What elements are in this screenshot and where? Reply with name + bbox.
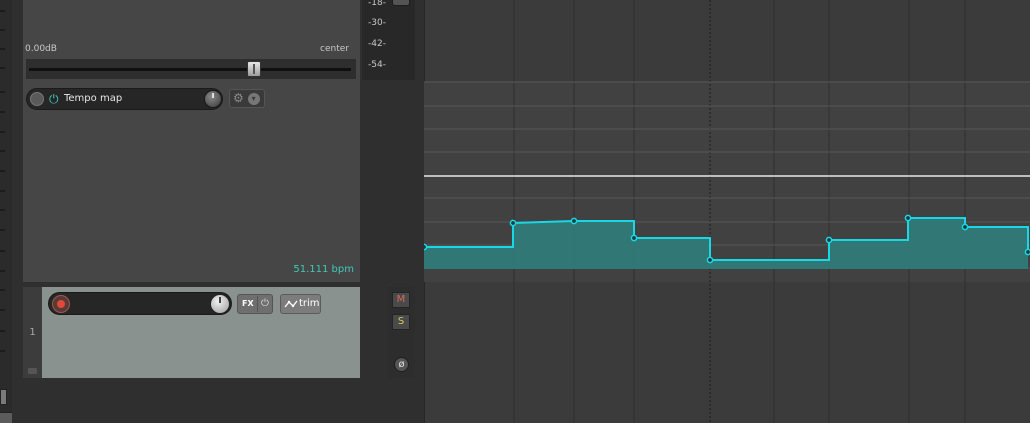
envelope-point[interactable]	[904, 214, 912, 222]
chevron-down-icon: ▾	[247, 93, 260, 105]
envelope-point[interactable]	[424, 243, 428, 251]
strip-tick	[0, 270, 5, 272]
track-1-panel[interactable]: 1 FX ⏻ trim	[23, 287, 360, 378]
mute-button[interactable]: M	[392, 292, 410, 308]
level-meter: -18- -30- -42- -54-	[362, 0, 415, 80]
trim-envelope-button[interactable]: trim	[280, 294, 321, 314]
power-icon[interactable]: ⏻	[49, 91, 59, 107]
strip-tick	[0, 67, 5, 69]
strip-tick	[0, 111, 5, 113]
track-volume-knob[interactable]	[210, 294, 230, 314]
meter-label: -30-	[368, 18, 386, 28]
envelope-name: Tempo map	[64, 93, 123, 104]
reaper-window: 0.00dB center ⏻ Tempo map ⚙ ▾ 51.111 bpm…	[0, 0, 1030, 423]
strip-tick	[0, 229, 5, 231]
strip-tick	[0, 350, 5, 352]
strip-tick	[0, 150, 5, 152]
envelope-name-box: ⏻ Tempo map	[26, 88, 223, 110]
gear-icon: ⚙	[233, 91, 244, 105]
track-number-column: 1	[23, 287, 42, 378]
envelope-value-knob[interactable]	[204, 90, 222, 108]
phase-invert-button[interactable]: ø	[394, 357, 409, 372]
track-name-field[interactable]	[48, 292, 232, 315]
strip-tick	[0, 131, 5, 133]
strip-tick	[0, 91, 5, 93]
envelope-point[interactable]	[961, 223, 969, 231]
strip-tick	[0, 309, 5, 311]
envelope-point[interactable]	[1024, 248, 1030, 256]
fader-handle[interactable]	[247, 61, 261, 77]
scroll-button[interactable]	[0, 389, 7, 405]
record-arm-button[interactable]	[52, 295, 70, 313]
strip-tick	[0, 289, 5, 291]
strip-tick	[0, 170, 5, 172]
envelope-point[interactable]	[825, 236, 833, 244]
strip-tick	[0, 10, 5, 12]
volume-readout: 0.00dB	[25, 44, 57, 54]
meter-button[interactable]	[392, 0, 410, 6]
envelope-icon	[284, 300, 298, 308]
meter-label: -42-	[368, 39, 386, 49]
track-number: 1	[29, 327, 36, 338]
power-icon[interactable]: ⏻	[257, 296, 272, 312]
envelope-point[interactable]	[570, 217, 578, 225]
fx-label: FX	[242, 299, 254, 308]
master-volume-fader[interactable]	[26, 59, 356, 79]
strip-tick	[0, 190, 5, 192]
strip-tick	[0, 250, 5, 252]
mute-solo-column: M S ø	[388, 287, 415, 378]
trim-label: trim	[299, 298, 320, 309]
envelope-settings-button[interactable]: ⚙ ▾	[229, 89, 265, 108]
envelope-point[interactable]	[630, 234, 638, 242]
envelope-arm-button[interactable]	[30, 92, 44, 106]
meter-label: -54-	[368, 60, 386, 70]
envelope-point[interactable]	[509, 219, 517, 227]
solo-button[interactable]: S	[392, 314, 410, 330]
arrange-view[interactable]	[424, 0, 1030, 423]
strip-tick	[0, 48, 5, 50]
tempo-envelope-canvas[interactable]	[424, 0, 1030, 423]
strip-tick	[0, 29, 5, 31]
envelope-point[interactable]	[706, 256, 714, 264]
fx-button[interactable]: FX ⏻	[237, 294, 273, 314]
fader-rail	[29, 68, 351, 71]
bpm-readout: 51.111 bpm	[293, 264, 354, 275]
folder-icon[interactable]	[28, 368, 37, 374]
strip-tick	[0, 330, 5, 332]
meter-label: -18-	[368, 0, 386, 8]
zoom-button[interactable]	[0, 412, 12, 423]
pan-readout: center	[320, 44, 349, 54]
strip-tick	[0, 209, 5, 211]
tempo-envelope-panel: 0.00dB center ⏻ Tempo map ⚙ ▾ 51.111 bpm	[23, 0, 360, 282]
